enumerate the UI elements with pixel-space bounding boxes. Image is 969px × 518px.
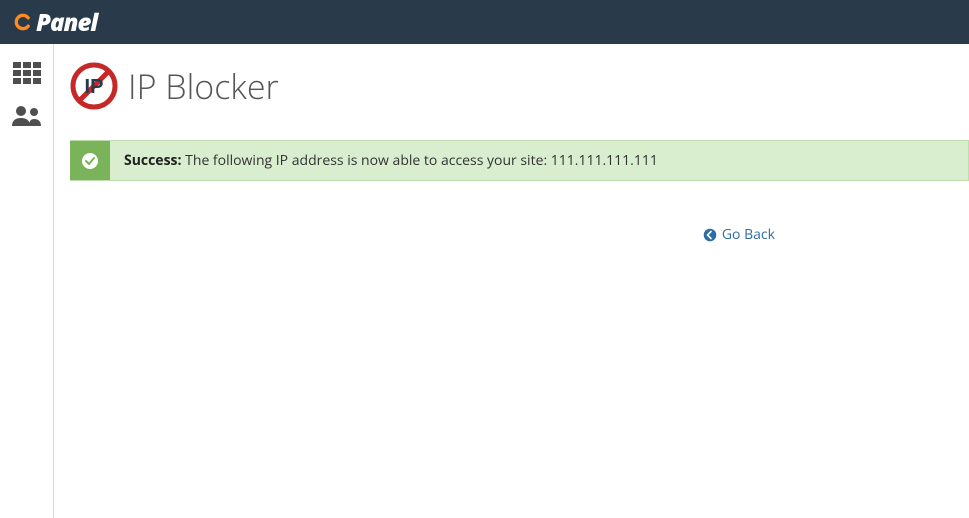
content-area: IP IP Blocker Success: The following IP … — [54, 44, 969, 518]
success-alert: Success: The following IP address is now… — [70, 140, 969, 181]
app-header: Panel — [0, 0, 969, 44]
go-back-label: Go Back — [722, 225, 775, 244]
arrow-left-circle-icon — [703, 228, 717, 242]
success-check-icon — [70, 141, 110, 180]
ip-blocker-icon: IP — [70, 62, 118, 110]
alert-text: Success: The following IP address is now… — [110, 141, 672, 180]
sidebar — [0, 44, 54, 518]
users-icon[interactable] — [10, 104, 44, 128]
page-title-row: IP IP Blocker — [70, 62, 969, 110]
cpanel-logo-icon — [14, 12, 34, 32]
cpanel-logo-text: Panel — [36, 6, 97, 39]
apps-grid-icon[interactable] — [13, 62, 41, 84]
alert-label: Success: — [124, 151, 182, 170]
svg-text:IP: IP — [85, 76, 104, 98]
go-back-link[interactable]: Go Back — [703, 225, 775, 244]
main-layout: IP IP Blocker Success: The following IP … — [0, 44, 969, 518]
go-back-row: Go Back — [70, 181, 969, 244]
cpanel-logo[interactable]: Panel — [14, 6, 97, 39]
alert-message: The following IP address is now able to … — [185, 151, 658, 170]
page-title: IP Blocker — [128, 63, 279, 109]
